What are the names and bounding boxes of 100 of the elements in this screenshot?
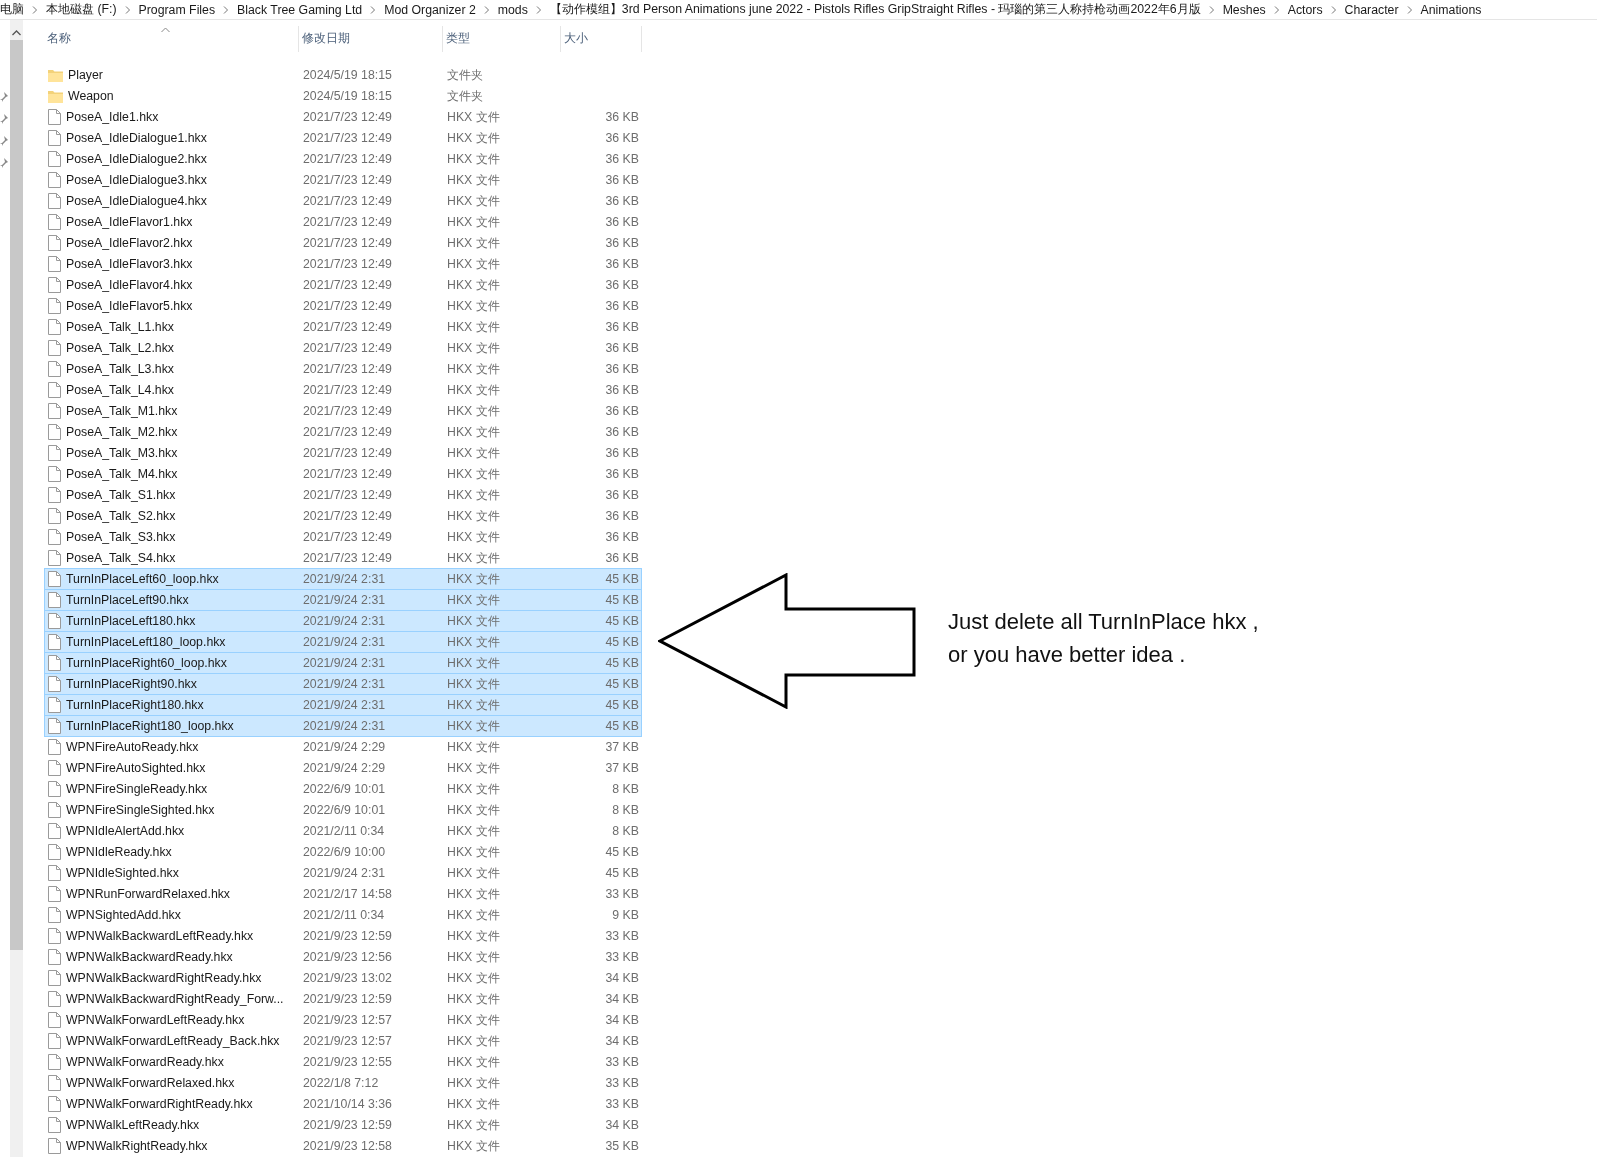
file-row[interactable]: Weapon 2024/5/19 18:15 文件夹 — [44, 85, 642, 107]
file-row[interactable]: PoseA_Talk_M2.hkx 2021/7/23 12:49 HKX 文件 36 KB — [44, 421, 642, 443]
file-row[interactable]: WPNWalkBackwardReady.hkx 2021/9/23 12:56 HKX 文件 33 KB — [44, 946, 642, 968]
chevron-icon[interactable] — [124, 5, 131, 14]
scroll-up-icon[interactable] — [12, 30, 21, 36]
file-row[interactable]: PoseA_Idle1.hkx 2021/7/23 12:49 HKX 文件 36 KB — [44, 106, 642, 128]
file-row[interactable]: PoseA_Talk_S4.hkx 2021/7/23 12:49 HKX 文件 36 KB — [44, 547, 642, 569]
file-row[interactable]: WPNFireSingleReady.hkx 2022/6/9 10:01 HKX 文件 8 KB — [44, 778, 642, 800]
file-row[interactable]: WPNWalkLeftReady.hkx 2021/9/23 12:59 HKX 文件 34 KB — [44, 1114, 642, 1136]
breadcrumb-item[interactable]: Program Files — [138, 2, 216, 17]
file-row[interactable]: WPNSightedAdd.hkx 2021/2/11 0:34 HKX 文件 9 KB — [44, 904, 642, 926]
scrollbar[interactable] — [10, 20, 23, 1157]
file-row[interactable]: TurnInPlaceRight180.hkx 2021/9/24 2:31 HKX 文件 45 KB — [44, 694, 642, 716]
file-row[interactable]: WPNWalkRightReady.hkx 2021/9/23 12:58 HKX 文件 35 KB — [44, 1135, 642, 1157]
file-row[interactable]: WPNWalkBackwardRightReady.hkx 2021/9/23 13:02 HKX 文件 34 KB — [44, 967, 642, 989]
file-row[interactable]: WPNWalkForwardRightReady.hkx 2021/10/14 3:36 HKX 文件 33 KB — [44, 1093, 642, 1115]
file-row[interactable]: PoseA_IdleDialogue3.hkx 2021/7/23 12:49 HKX 文件 36 KB — [44, 169, 642, 191]
file-size: 9 KB — [611, 908, 639, 922]
file-type: HKX 文件 — [446, 1053, 501, 1071]
file-icon — [48, 130, 61, 146]
file-row[interactable]: WPNIdleAlertAdd.hkx 2021/2/11 0:34 HKX 文件 8 KB — [44, 820, 642, 842]
file-row[interactable]: Player 2024/5/19 18:15 文件夹 — [44, 64, 642, 86]
file-row[interactable]: PoseA_Talk_S3.hkx 2021/7/23 12:49 HKX 文件 36 KB — [44, 526, 642, 548]
file-icon — [48, 1096, 61, 1112]
file-name: WPNFireSingleSighted.hkx — [66, 803, 215, 817]
file-row[interactable]: PoseA_IdleDialogue4.hkx 2021/7/23 12:49 HKX 文件 36 KB — [44, 190, 642, 212]
file-row[interactable]: PoseA_Talk_M3.hkx 2021/7/23 12:49 HKX 文件 36 KB — [44, 442, 642, 464]
file-row[interactable]: PoseA_IdleFlavor1.hkx 2021/7/23 12:49 HKX 文件 36 KB — [44, 211, 642, 233]
file-row[interactable]: PoseA_Talk_S2.hkx 2021/7/23 12:49 HKX 文件 36 KB — [44, 505, 642, 527]
file-row[interactable]: TurnInPlaceLeft60_loop.hkx 2021/9/24 2:31 HKX 文件 45 KB — [44, 568, 642, 590]
chevron-icon[interactable] — [1406, 5, 1413, 14]
file-row[interactable]: PoseA_IdleDialogue2.hkx 2021/7/23 12:49 HKX 文件 36 KB — [44, 148, 642, 170]
breadcrumb-item[interactable]: Mod Organizer 2 — [384, 2, 476, 17]
file-type: HKX 文件 — [446, 696, 501, 714]
file-row[interactable]: PoseA_Talk_S1.hkx 2021/7/23 12:49 HKX 文件 36 KB — [44, 484, 642, 506]
file-row[interactable]: PoseA_Talk_M1.hkx 2021/7/23 12:49 HKX 文件 36 KB — [44, 400, 642, 422]
file-row[interactable]: TurnInPlaceRight60_loop.hkx 2021/9/24 2:31 HKX 文件 45 KB — [44, 652, 642, 674]
file-type: HKX 文件 — [446, 402, 501, 420]
file-row[interactable]: WPNWalkForwardRelaxed.hkx 2022/1/8 7:12 HKX 文件 33 KB — [44, 1072, 642, 1094]
file-row[interactable]: WPNRunForwardRelaxed.hkx 2021/2/17 14:58 HKX 文件 33 KB — [44, 883, 642, 905]
file-icon — [48, 340, 61, 356]
file-row[interactable]: WPNWalkForwardLeftReady.hkx 2021/9/23 12:57 HKX 文件 34 KB — [44, 1009, 642, 1031]
file-row[interactable]: WPNWalkForwardReady.hkx 2021/9/23 12:55 HKX 文件 33 KB — [44, 1051, 642, 1073]
column-header[interactable]: 名称 — [44, 25, 299, 52]
file-row[interactable]: TurnInPlaceRight90.hkx 2021/9/24 2:31 HKX 文件 45 KB — [44, 673, 642, 695]
breadcrumb-item[interactable]: Animations — [1420, 2, 1482, 17]
chevron-icon[interactable] — [32, 5, 38, 14]
breadcrumb-item[interactable]: Character — [1344, 2, 1399, 17]
file-type: HKX 文件 — [446, 1137, 501, 1155]
file-row[interactable]: WPNWalkBackwardLeftReady.hkx 2021/9/23 12:59 HKX 文件 33 KB — [44, 925, 642, 947]
chevron-icon[interactable] — [483, 5, 490, 14]
file-row[interactable]: WPNWalkBackwardRightReady_Forw... 2021/9/23 12:59 HKX 文件 34 KB — [44, 988, 642, 1010]
file-row[interactable]: PoseA_IdleFlavor4.hkx 2021/7/23 12:49 HKX 文件 36 KB — [44, 274, 642, 296]
file-row[interactable]: PoseA_IdleFlavor5.hkx 2021/7/23 12:49 HKX 文件 36 KB — [44, 295, 642, 317]
file-row[interactable]: TurnInPlaceLeft180_loop.hkx 2021/9/24 2:31 HKX 文件 45 KB — [44, 631, 642, 653]
file-row[interactable]: TurnInPlaceRight180_loop.hkx 2021/9/24 2:31 HKX 文件 45 KB — [44, 715, 642, 737]
file-size: 33 KB — [604, 950, 639, 964]
file-row[interactable]: PoseA_Talk_L3.hkx 2021/7/23 12:49 HKX 文件 36 KB — [44, 358, 642, 380]
modified-date: 2022/6/9 10:00 — [302, 845, 387, 859]
file-row[interactable]: PoseA_IdleFlavor3.hkx 2021/7/23 12:49 HKX 文件 36 KB — [44, 253, 642, 275]
file-row[interactable]: WPNFireAutoSighted.hkx 2021/9/24 2:29 HKX 文件 37 KB — [44, 757, 642, 779]
breadcrumb-item[interactable]: 电脑 — [0, 1, 24, 18]
breadcrumb-item[interactable]: 【动作模组】3rd Person Animations june 2022 - Pistols Rifles GripStraight Rifles - 玛瑙的第三人称持枪动画2022年6月版 — [549, 1, 1201, 18]
file-row[interactable]: TurnInPlaceLeft90.hkx 2021/9/24 2:31 HKX 文件 45 KB — [44, 589, 642, 611]
file-type: HKX 文件 — [446, 927, 501, 945]
breadcrumb-item[interactable]: Actors — [1287, 2, 1323, 17]
column-header[interactable]: 修改日期 — [299, 25, 443, 52]
file-row[interactable]: TurnInPlaceLeft180.hkx 2021/9/24 2:31 HKX 文件 45 KB — [44, 610, 642, 632]
file-type: HKX 文件 — [446, 1095, 501, 1113]
column-header[interactable]: 大小 — [561, 25, 642, 52]
breadcrumb-item[interactable]: 本地磁盘 (F:) — [46, 1, 117, 18]
file-row[interactable]: PoseA_Talk_M4.hkx 2021/7/23 12:49 HKX 文件 36 KB — [44, 463, 642, 485]
chevron-icon[interactable] — [370, 5, 377, 14]
file-row[interactable]: WPNFireSingleSighted.hkx 2022/6/9 10:01 HKX 文件 8 KB — [44, 799, 642, 821]
file-type: HKX 文件 — [446, 444, 501, 462]
file-row[interactable]: PoseA_Talk_L1.hkx 2021/7/23 12:49 HKX 文件 36 KB — [44, 316, 642, 338]
file-row[interactable]: WPNFireAutoReady.hkx 2021/9/24 2:29 HKX 文件 37 KB — [44, 736, 642, 758]
chevron-icon[interactable] — [1208, 5, 1215, 14]
modified-date: 2021/7/23 12:49 — [302, 362, 393, 376]
file-row[interactable]: PoseA_IdleDialogue1.hkx 2021/7/23 12:49 HKX 文件 36 KB — [44, 127, 642, 149]
chevron-icon[interactable] — [1330, 5, 1337, 14]
breadcrumb-item[interactable]: Black Tree Gaming Ltd — [237, 2, 363, 17]
file-name: TurnInPlaceLeft180_loop.hkx — [66, 635, 226, 649]
chevron-icon[interactable] — [1273, 5, 1280, 14]
file-row[interactable]: PoseA_Talk_L2.hkx 2021/7/23 12:49 HKX 文件 36 KB — [44, 337, 642, 359]
breadcrumb-item[interactable]: mods — [497, 2, 528, 17]
scrollbar-thumb[interactable] — [10, 40, 23, 950]
file-row[interactable]: WPNIdleSighted.hkx 2021/9/24 2:31 HKX 文件 45 KB — [44, 862, 642, 884]
breadcrumb-item[interactable]: Meshes — [1222, 2, 1266, 17]
file-row[interactable]: WPNWalkForwardLeftReady_Back.hkx 2021/9/23 12:57 HKX 文件 34 KB — [44, 1030, 642, 1052]
chevron-icon[interactable] — [535, 5, 542, 14]
file-size: 36 KB — [604, 467, 639, 481]
file-type: HKX 文件 — [446, 675, 501, 693]
file-row[interactable]: PoseA_Talk_L4.hkx 2021/7/23 12:49 HKX 文件 36 KB — [44, 379, 642, 401]
chevron-icon[interactable] — [223, 5, 230, 14]
file-icon — [48, 676, 61, 692]
column-header[interactable]: 类型 — [443, 25, 561, 52]
file-row[interactable]: WPNIdleReady.hkx 2022/6/9 10:00 HKX 文件 45 KB — [44, 841, 642, 863]
file-name: PoseA_Talk_M4.hkx — [66, 467, 178, 481]
file-row[interactable]: PoseA_IdleFlavor2.hkx 2021/7/23 12:49 HKX 文件 36 KB — [44, 232, 642, 254]
